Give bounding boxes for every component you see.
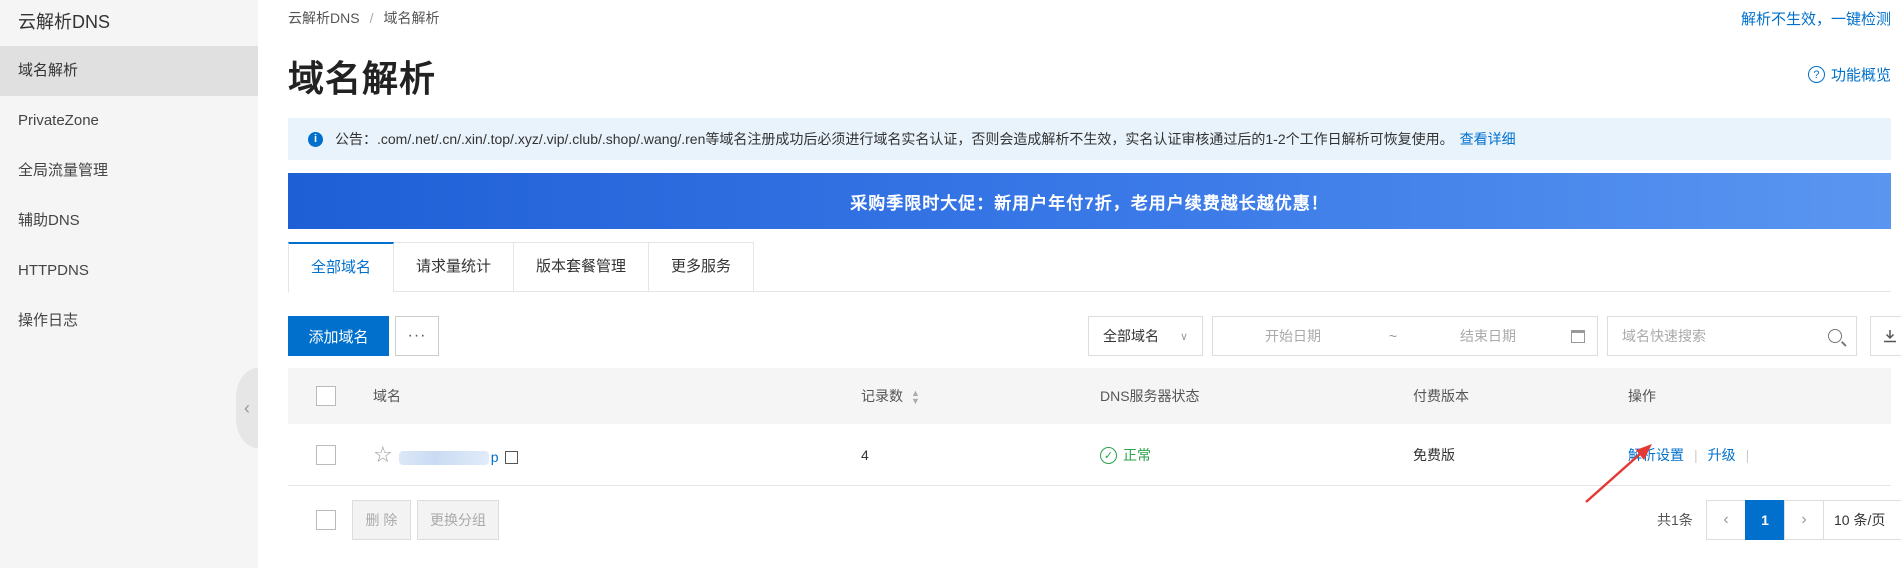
next-page-button[interactable]: ›: [1784, 500, 1824, 540]
add-domain-button[interactable]: 添加域名: [288, 316, 389, 356]
sidebar-item-httpdns[interactable]: HTTPDNS: [0, 246, 258, 296]
sidebar-item-global-traffic[interactable]: 全局流量管理: [0, 146, 258, 196]
row-checkbox[interactable]: [316, 444, 336, 465]
chevron-left-icon: ‹: [1723, 511, 1729, 528]
tab-more-services[interactable]: 更多服务: [649, 242, 755, 292]
sidebar-item-privatezone[interactable]: PrivateZone: [0, 96, 258, 146]
chevron-right-icon: ›: [1801, 511, 1807, 528]
date-range-separator: ~: [1388, 328, 1398, 344]
chevron-left-icon: ‹: [244, 397, 250, 418]
sidebar: 云解析DNS 域名解析 PrivateZone 全局流量管理 辅助DNS HTT…: [0, 0, 258, 568]
column-header-domain: 域名: [373, 388, 401, 404]
tab-bar: 全部域名 请求量统计 版本套餐管理 更多服务: [288, 242, 1891, 293]
sidebar-item-domain-resolution[interactable]: 域名解析: [0, 46, 258, 96]
announcement-text: 公告：.com/.net/.cn/.xin/.top/.xyz/.vip/.cl…: [335, 131, 1454, 147]
sidebar-item-operation-log[interactable]: 操作日志: [0, 296, 258, 346]
column-header-dns-status: DNS服务器状态: [1100, 388, 1200, 404]
prev-page-button[interactable]: ‹: [1706, 500, 1746, 540]
breadcrumb-current: 域名解析: [383, 10, 440, 26]
main-content: 云解析DNS / 域名解析 解析不生效，一键检测 域名解析 ? 功能概览 i 公告：…: [258, 0, 1901, 568]
dns-check-link[interactable]: 解析不生效，一键检测: [1741, 8, 1891, 29]
records-header-label: 记录数: [861, 388, 903, 404]
domain-name-redacted[interactable]: [398, 450, 489, 465]
tab-version-packages[interactable]: 版本套餐管理: [514, 242, 650, 292]
select-all-checkbox[interactable]: [316, 386, 336, 406]
announcement-banner: i 公告：.com/.net/.cn/.xin/.top/.xyz/.vip/.…: [288, 118, 1891, 160]
dns-status-text: 正常: [1123, 446, 1151, 463]
edit-icon[interactable]: [504, 451, 518, 465]
version-value: 免费版: [1413, 446, 1455, 463]
breadcrumb-separator: /: [369, 10, 374, 26]
page-size-value: 10 条/页: [1834, 512, 1886, 528]
search-placeholder: 域名快速搜索: [1622, 328, 1706, 344]
promo-text: 采购季限时大促：新用户年付7折，老用户续费越长越优惠！: [850, 193, 1329, 213]
tab-all-domains[interactable]: 全部域名: [288, 242, 395, 293]
sidebar-collapse-handle[interactable]: ‹: [236, 368, 258, 448]
chevron-down-icon: ∨: [1179, 330, 1188, 343]
change-group-button[interactable]: 更换分组: [417, 500, 499, 540]
domain-name-suffix[interactable]: p: [491, 449, 499, 465]
table-header: 域名 记录数 ▲ ▼ DNS服务器状态 付费版本 操作: [288, 368, 1891, 424]
domain-search-input[interactable]: 域名快速搜索: [1607, 316, 1857, 356]
page-number-current[interactable]: 1: [1745, 500, 1785, 540]
download-button[interactable]: [1870, 316, 1901, 356]
search-icon[interactable]: [1828, 329, 1842, 343]
help-icon: ?: [1807, 66, 1825, 83]
annotation-arrow-icon: [1585, 444, 1652, 503]
pagination-total: 共1条: [1657, 512, 1693, 528]
records-count: 4: [861, 446, 869, 463]
calendar-icon: [1571, 329, 1585, 343]
check-circle-icon: ✓: [1100, 447, 1117, 465]
feature-overview-label: 功能概览: [1830, 67, 1891, 84]
page-size-select[interactable]: 10 条/页 ∨: [1823, 500, 1901, 540]
domain-cell: ☆ p: [373, 442, 518, 468]
breadcrumb-root[interactable]: 云解析DNS: [288, 10, 360, 26]
delete-button[interactable]: 删 除: [352, 500, 411, 540]
download-icon: [1884, 330, 1896, 343]
op-divider: |: [1745, 446, 1750, 463]
start-date-input[interactable]: 开始日期: [1213, 326, 1373, 346]
column-header-version: 付费版本: [1413, 388, 1469, 404]
domain-group-value: 全部域名: [1103, 328, 1159, 344]
tab-request-stats[interactable]: 请求量统计: [394, 242, 515, 292]
column-header-operations: 操作: [1628, 388, 1656, 404]
sort-icon[interactable]: ▲ ▼: [911, 389, 920, 406]
domain-group-select[interactable]: 全部域名 ∨: [1088, 316, 1203, 356]
op-divider: |: [1694, 446, 1698, 463]
promo-banner[interactable]: 采购季限时大促：新用户年付7折，老用户续费越长越优惠！: [288, 173, 1891, 229]
date-range-picker[interactable]: 开始日期 ~ 结束日期: [1212, 316, 1598, 356]
end-date-input[interactable]: 结束日期: [1413, 326, 1563, 346]
upgrade-link[interactable]: 升级: [1708, 447, 1736, 463]
page-title: 域名解析: [288, 58, 437, 99]
footer-select-all-checkbox[interactable]: [316, 510, 336, 530]
sidebar-brand: 云解析DNS: [18, 12, 111, 32]
star-icon[interactable]: ☆: [373, 442, 393, 467]
feature-overview-link[interactable]: ? 功能概览: [1807, 64, 1891, 85]
announcement-details-link[interactable]: 查看详细: [1460, 129, 1516, 149]
info-icon: i: [308, 131, 323, 147]
column-header-records[interactable]: 记录数 ▲ ▼: [861, 386, 920, 406]
sidebar-item-secondary-dns[interactable]: 辅助DNS: [0, 196, 258, 246]
dns-status: ✓ 正常: [1100, 445, 1151, 465]
toolbar: 添加域名 ··· 全部域名 ∨ 开始日期 ~ 结束日期 域名快速搜索: [288, 316, 1901, 356]
more-actions-button[interactable]: ···: [395, 316, 439, 356]
breadcrumb: 云解析DNS / 域名解析: [288, 8, 439, 28]
